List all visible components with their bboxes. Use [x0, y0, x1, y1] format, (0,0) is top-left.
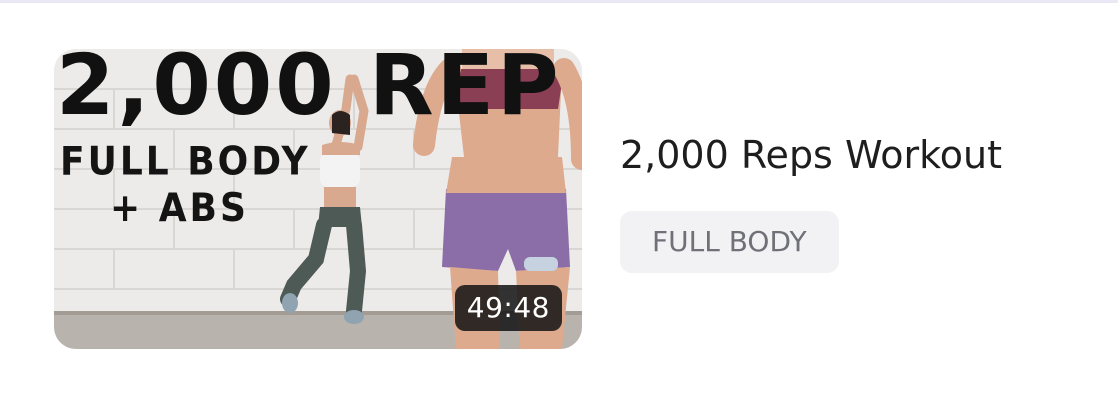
workout-title[interactable]: 2,000 Reps Workout [620, 133, 1002, 177]
thumbnail-subtitle: FULL BODY + ABS [60, 139, 311, 232]
video-thumbnail[interactable]: 2,000 REP FULL BODY + ABS 49:48 [54, 49, 582, 349]
duration-badge: 49:48 [454, 285, 562, 331]
thumbnail-subtitle-line2: + ABS [110, 186, 249, 232]
workout-card[interactable]: 2,000 REP FULL BODY + ABS 49:48 2,000 Re… [0, 3, 1118, 393]
category-tag[interactable]: FULL BODY [620, 211, 839, 273]
thumbnail-title-text: 2,000 REP [56, 49, 562, 134]
thumbnail-subtitle-line1: FULL BODY [60, 140, 311, 185]
